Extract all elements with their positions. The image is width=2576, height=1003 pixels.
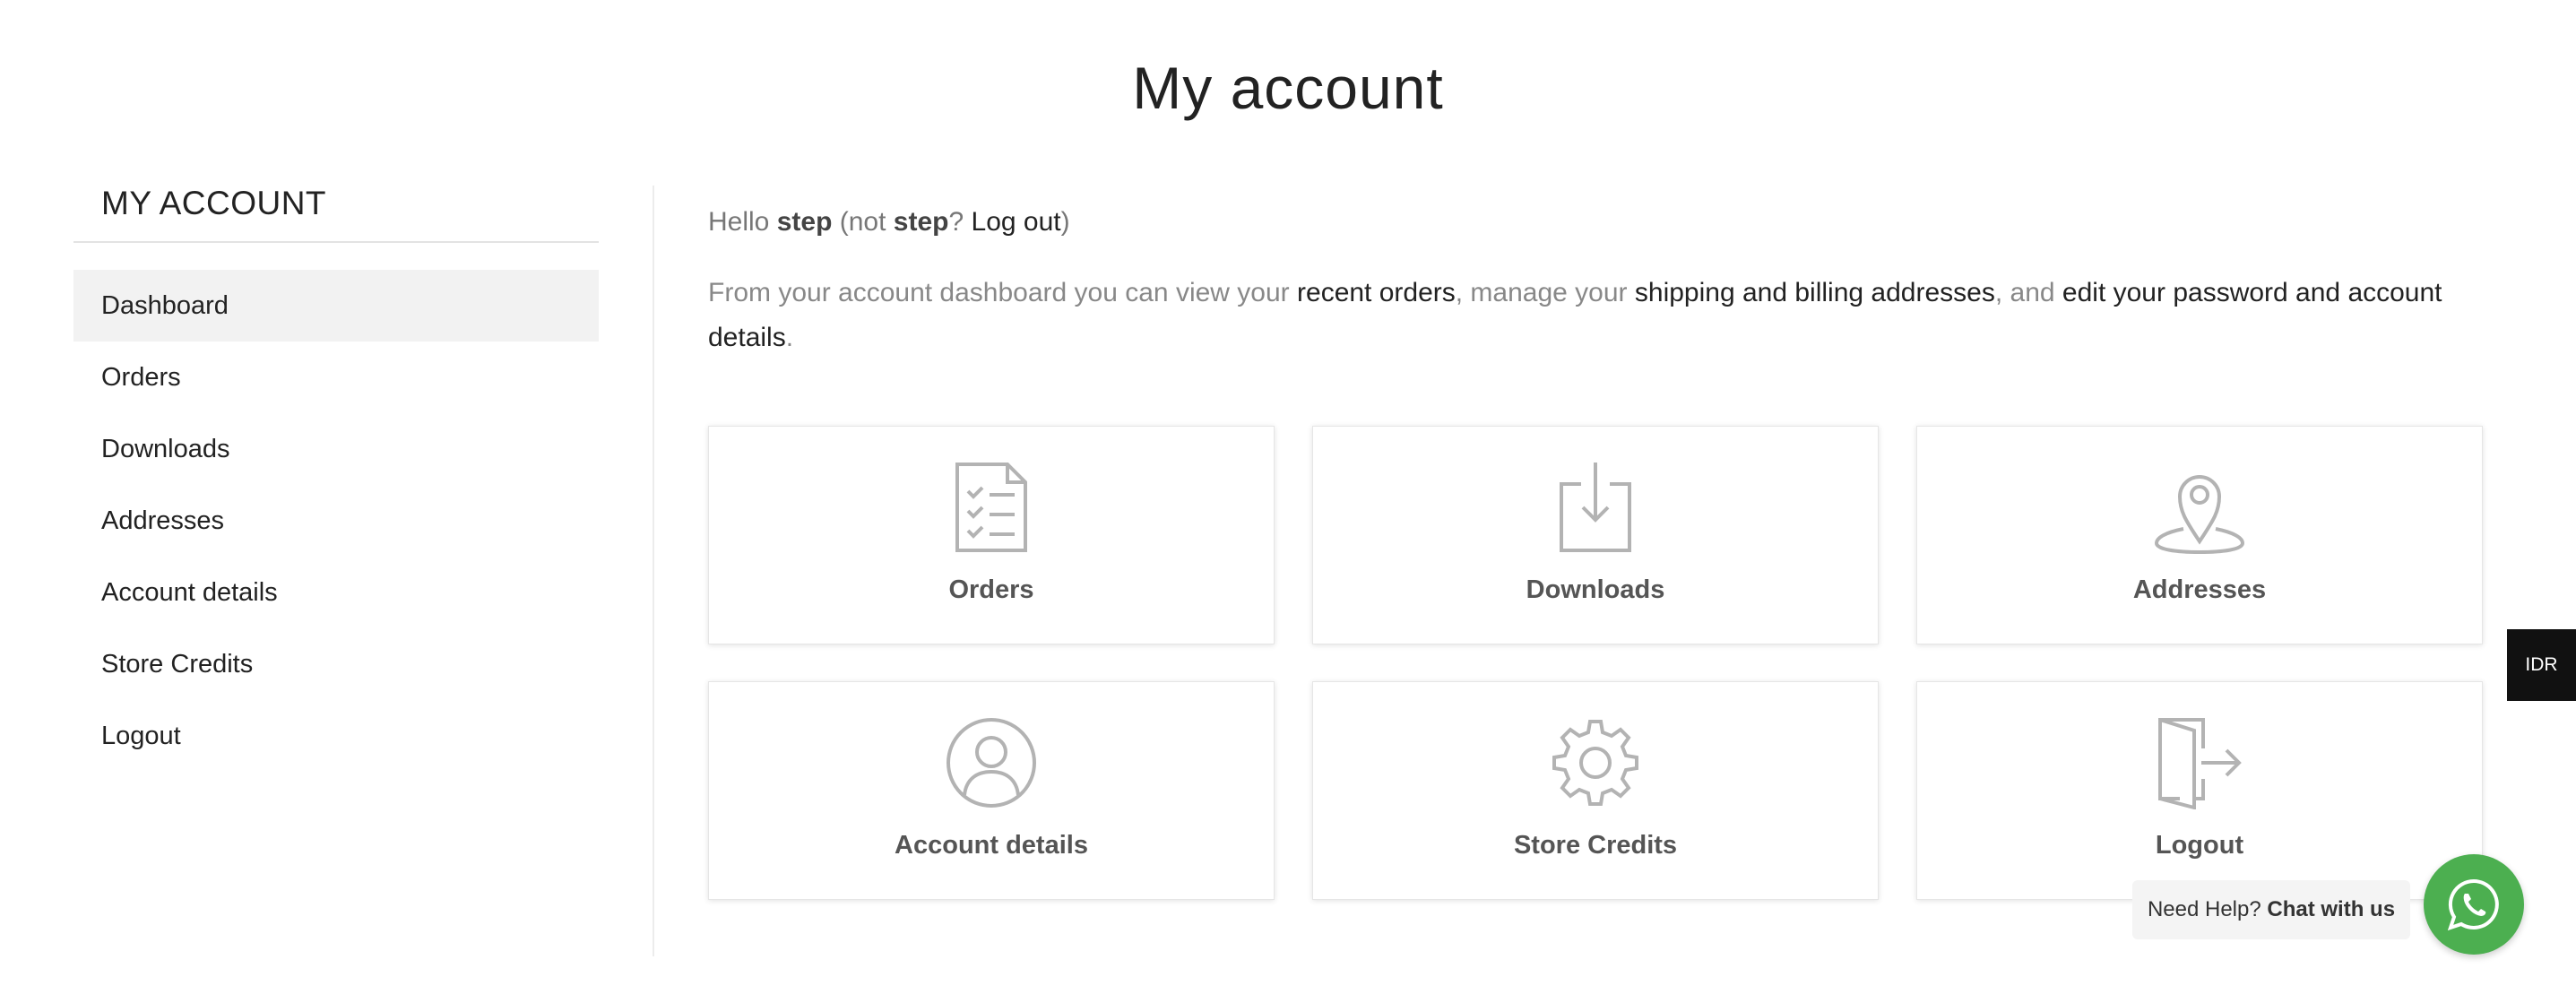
greeting-hello: Hello [708,207,770,237]
chat-help-prefix: Need Help? [2147,897,2261,921]
door-exit-icon [1917,716,2482,809]
intro-text-4: . [785,323,794,352]
chat-help-action: Chat with us [2267,897,2396,921]
sidebar-item-downloads[interactable]: Downloads [73,413,599,485]
orders-card[interactable]: Orders [708,426,1275,644]
sidebar-item-logout[interactable]: Logout [73,700,599,772]
map-pin-icon [1917,461,2482,554]
sidebar-heading: MY ACCOUNT [73,159,599,243]
sidebar-item-dashboard[interactable]: Dashboard [73,270,599,342]
greeting-not: (not [839,207,886,237]
download-tray-icon [1313,461,1878,554]
greeting-username-repeat: step [893,207,949,237]
intro-text-3: , and [1994,278,2055,307]
greeting-close-paren: ) [1060,207,1070,237]
logout-link[interactable]: Log out [972,207,1061,237]
addresses-link[interactable]: shipping and billing addresses [1635,278,1995,307]
addresses-card-label: Addresses [2132,575,2267,604]
chat-help-bubble[interactable]: Need Help? Chat with us [2132,880,2410,939]
user-circle-icon [709,716,1274,809]
sidebar-item-account-details[interactable]: Account details [73,557,599,628]
document-checklist-icon [709,461,1274,554]
account-details-card[interactable]: Account details [708,681,1275,900]
downloads-card-label: Downloads [1526,575,1665,604]
logout-card[interactable]: Logout [1916,681,2483,900]
greeting-username: step [776,207,833,237]
whatsapp-chat-button[interactable] [2424,854,2524,955]
intro-text-1: From your account dashboard you can view… [708,278,1290,307]
page-title: My account [1132,55,1444,122]
account-sidebar: MY ACCOUNT Dashboard Orders Downloads Ad… [73,184,599,772]
sidebar-nav: Dashboard Orders Downloads Addresses Acc… [73,270,599,772]
greeting-question: ? [948,207,964,237]
dashboard-content: Hello step (not step? Log out) From your… [708,197,2492,387]
sidebar-item-store-credits[interactable]: Store Credits [73,628,599,700]
whatsapp-icon [2447,878,2499,931]
store-credits-card[interactable]: Store Credits [1312,681,1879,900]
currency-switcher[interactable]: IDR [2507,629,2576,701]
recent-orders-link[interactable]: recent orders [1297,278,1456,307]
intro-text-2: , manage your [1455,278,1628,307]
gear-icon [1313,716,1878,809]
store-credits-card-label: Store Credits [1513,831,1678,860]
orders-card-label: Orders [948,575,1034,604]
addresses-card[interactable]: Addresses [1916,426,2483,644]
dashboard-intro: From your account dashboard you can view… [708,271,2492,360]
sidebar-item-orders[interactable]: Orders [73,342,599,413]
downloads-card[interactable]: Downloads [1312,426,1879,644]
logout-card-label: Logout [2155,831,2244,860]
sidebar-item-addresses[interactable]: Addresses [73,485,599,557]
account-details-card-label: Account details [895,831,1088,860]
greeting-text: Hello step (not step? Log out) [708,192,2492,253]
sidebar-divider [653,186,654,956]
